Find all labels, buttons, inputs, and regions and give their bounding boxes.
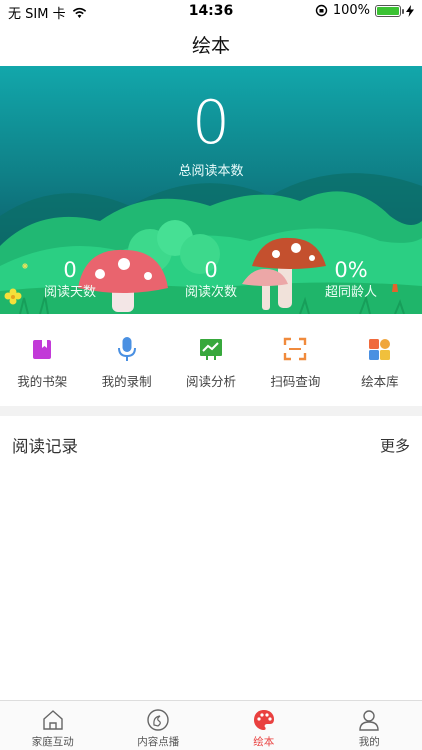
tab-label: 家庭互动 — [31, 736, 74, 748]
reading-records-header: 阅读记录 更多 — [0, 416, 422, 474]
feature-label: 绘本库 — [361, 374, 399, 389]
stat-label: 超同龄人 — [324, 285, 377, 300]
my-bookshelf-button[interactable]: 我的书架 — [0, 314, 84, 406]
bottom-tab-bar: 家庭互动 内容点播 绘本 我的 — [0, 700, 422, 750]
home-icon — [40, 707, 66, 733]
stat-label: 阅读次数 — [184, 285, 237, 300]
stat-reading-count: 0 阅读次数 — [156, 258, 266, 302]
bookshelf-icon — [29, 336, 55, 362]
battery-icon — [375, 4, 404, 17]
analysis-chart-icon — [198, 336, 224, 362]
stat-beat-peers: 0% 超同龄人 — [296, 258, 406, 302]
profile-icon — [356, 707, 382, 733]
my-recordings-button[interactable]: 我的录制 — [84, 314, 168, 406]
reading-summary-banner: 0 总阅读本数 0 阅读天数 0 阅读次数 0% 超同龄人 — [0, 66, 422, 314]
feature-label: 我的书架 — [17, 374, 68, 389]
feature-label: 阅读分析 — [186, 374, 237, 389]
feature-shortcuts: 我的书架 我的录制 阅读分析 扫码查询 绘本库 — [0, 314, 422, 406]
total-books-read-label: 总阅读本数 — [178, 164, 244, 179]
charging-bolt-icon — [406, 4, 414, 17]
tab-family-interaction[interactable]: 家庭互动 — [0, 701, 106, 750]
content-play-icon — [145, 707, 171, 733]
tab-label: 我的 — [358, 736, 380, 748]
stat-label: 阅读天数 — [43, 285, 96, 300]
scan-query-button[interactable]: 扫码查询 — [253, 314, 337, 406]
reading-analysis-button[interactable]: 阅读分析 — [169, 314, 253, 406]
stat-reading-days: 0 阅读天数 — [15, 258, 125, 302]
tab-profile[interactable]: 我的 — [317, 701, 422, 750]
scan-icon — [282, 336, 308, 362]
battery-percent: 100% — [332, 3, 370, 18]
status-right: 100% — [315, 3, 414, 18]
stat-value: 0 — [63, 258, 77, 282]
section-divider — [0, 406, 422, 416]
total-books-read-value: 0 — [191, 88, 231, 158]
picture-book-library-button[interactable]: 绘本库 — [338, 314, 422, 406]
microphone-icon — [114, 336, 140, 362]
palette-icon — [251, 707, 277, 733]
page-title: 绘本 — [191, 34, 230, 57]
reading-records-title: 阅读记录 — [12, 437, 78, 456]
stat-value: 0 — [204, 258, 218, 282]
battery-fill — [377, 6, 399, 15]
orientation-lock-icon — [315, 4, 328, 17]
tab-label: 绘本 — [253, 736, 275, 748]
feature-label: 扫码查询 — [270, 374, 321, 389]
library-icon — [367, 336, 393, 362]
tab-content-on-demand[interactable]: 内容点播 — [106, 701, 212, 750]
tab-label: 内容点播 — [137, 736, 180, 748]
more-link[interactable]: 更多 — [380, 435, 410, 456]
status-bar: 无 SIM 卡 14:36 100% — [0, 0, 422, 22]
tab-picture-books[interactable]: 绘本 — [211, 701, 317, 750]
stat-value: 0% — [334, 258, 368, 282]
feature-label: 我的录制 — [101, 374, 152, 389]
nav-bar: 绘本 — [0, 22, 422, 66]
